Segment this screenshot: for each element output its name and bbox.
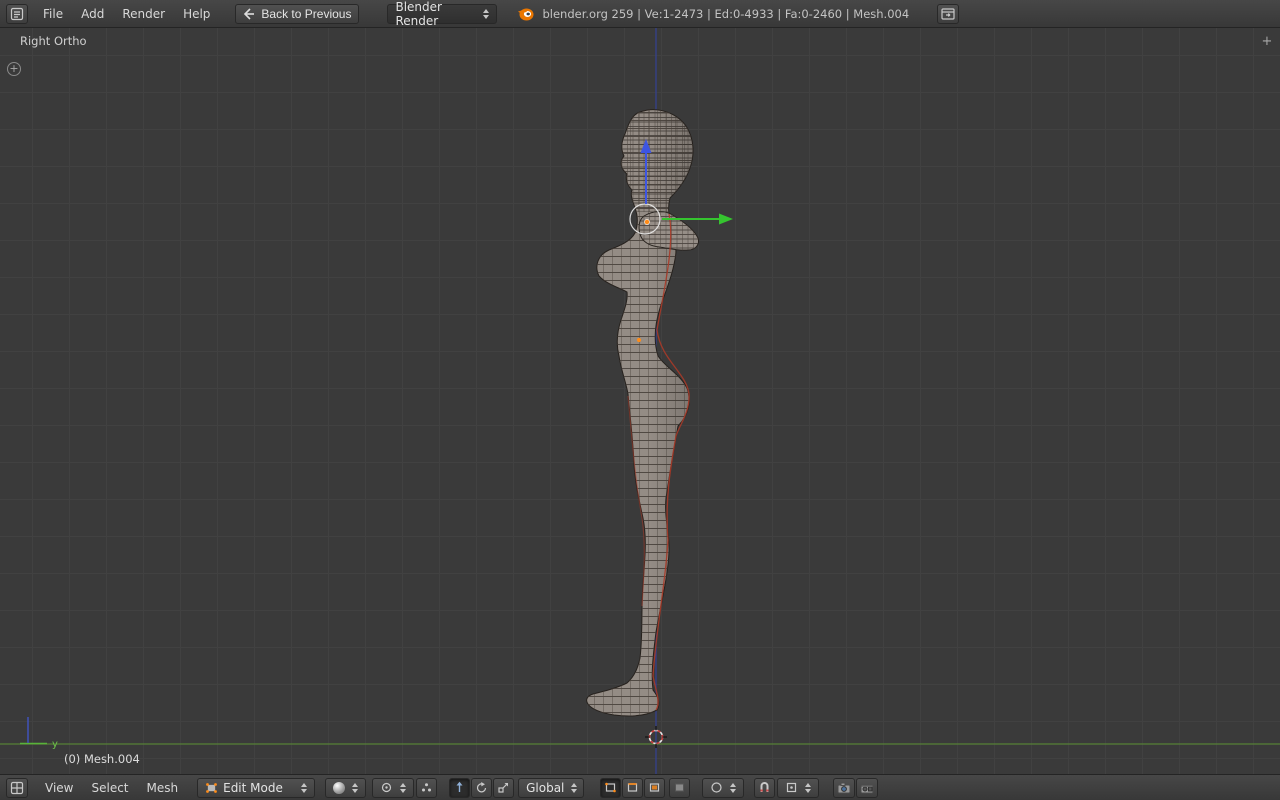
menu-view[interactable]: View [36,781,82,795]
top-header: File Add Render Help Back to Previous Bl… [0,0,1280,28]
render-engine-dropdown[interactable]: Blender Render [387,0,498,28]
edge-select-button[interactable] [622,777,644,798]
mode-dropdown-value: Edit Mode [223,780,283,795]
shading-sphere-icon [333,781,346,794]
proportional-arrows-icon [730,782,737,793]
axis-gizmo-y-label: y [52,739,58,750]
back-to-previous-button[interactable]: Back to Previous [235,3,360,24]
vertex-select-icon [605,782,616,793]
mode-dropdown[interactable]: Edit Mode [197,777,316,798]
mode-dropdown-arrows-icon [301,782,308,793]
viewport-3d[interactable]: y Right Ortho + + (0) Mesh.004 [0,28,1280,774]
pivot-arrows-icon [400,782,407,793]
view-name-label: Right Ortho [20,34,87,48]
face-select-icon [650,783,660,792]
manipulator-buttons-group [449,777,515,798]
viewport-editor-icon [10,781,24,794]
menu-file[interactable]: File [34,7,72,21]
top-menu-bar: File Add Render Help [34,7,219,21]
info-editor-icon [10,7,24,20]
manipulator-translate-button[interactable] [449,777,471,798]
object-origin-dot [644,219,650,225]
scene-canvas: y [0,28,1280,774]
film-camera-icon [860,784,874,793]
opengl-render-group [833,777,879,798]
magnet-icon [760,782,769,792]
opengl-render-still-button[interactable] [833,777,856,798]
pivot-point-dropdown[interactable] [372,777,415,798]
manipulate-center-points-toggle[interactable] [416,777,438,798]
snap-toggle-button[interactable] [754,777,776,798]
snap-element-dropdown[interactable] [777,777,820,798]
status-text: blender.org 259 | Ve:1-2473 | Ed:0-4933 … [542,6,910,21]
face-select-button[interactable] [644,777,666,798]
camera-icon [837,782,851,793]
scale-icon [498,783,509,793]
shading-arrows-icon [352,782,359,793]
edit-mode-icon [206,783,218,793]
snap-arrows-icon [805,782,812,793]
manipulator-scale-button[interactable] [493,777,515,798]
render-engine-value: Blender Render [395,0,442,28]
rotate-icon [477,782,487,793]
center-points-icon [422,783,432,792]
opengl-render-anim-button[interactable] [856,777,879,798]
menu-mesh[interactable]: Mesh [138,781,188,795]
blender-window: File Add Render Help Back to Previous Bl… [0,0,1280,800]
translate-icon [456,781,463,792]
orientation-value: Global [526,780,565,795]
select-mode-group [600,777,691,798]
limit-to-visible-button[interactable] [669,777,691,798]
pivot-point-icon [382,782,392,793]
snap-element-icon [787,782,797,793]
manipulator-rotate-button[interactable] [471,777,493,798]
viewport-shading-dropdown[interactable] [325,777,367,798]
occlude-geometry-icon [675,783,685,792]
screen-layout-icon [941,7,955,20]
menu-render[interactable]: Render [113,7,174,21]
orientation-arrows-icon [571,782,578,793]
transform-orientation-dropdown[interactable]: Global [518,777,585,798]
menu-add[interactable]: Add [72,7,113,21]
median-point-dot [636,337,642,343]
vertex-select-button[interactable] [600,777,622,798]
bottom-header: View Select Mesh Edit Mode Global [0,774,1280,800]
toolshelf-expand-icon[interactable]: + [7,62,21,76]
viewport-editor-type-button[interactable] [6,777,28,798]
back-button-label: Back to Previous [261,6,352,21]
mesh-object[interactable] [575,100,710,725]
axis-mini-gizmo: y [20,717,58,750]
edge-select-icon [628,783,638,792]
back-arrow-icon [244,7,255,20]
menu-help[interactable]: Help [174,7,219,21]
screen-layout-button[interactable] [937,3,960,24]
dropdown-arrows-icon [483,8,490,19]
blender-logo-icon [517,6,534,21]
manipulator-y-arrowhead[interactable] [719,213,733,225]
menu-select[interactable]: Select [82,781,137,795]
proportional-edit-icon [711,782,722,793]
info-editor-type-button[interactable] [6,3,28,24]
properties-expand-icon[interactable]: + [1260,35,1274,49]
proportional-edit-dropdown[interactable] [702,777,745,798]
object-info-label: (0) Mesh.004 [64,752,140,766]
